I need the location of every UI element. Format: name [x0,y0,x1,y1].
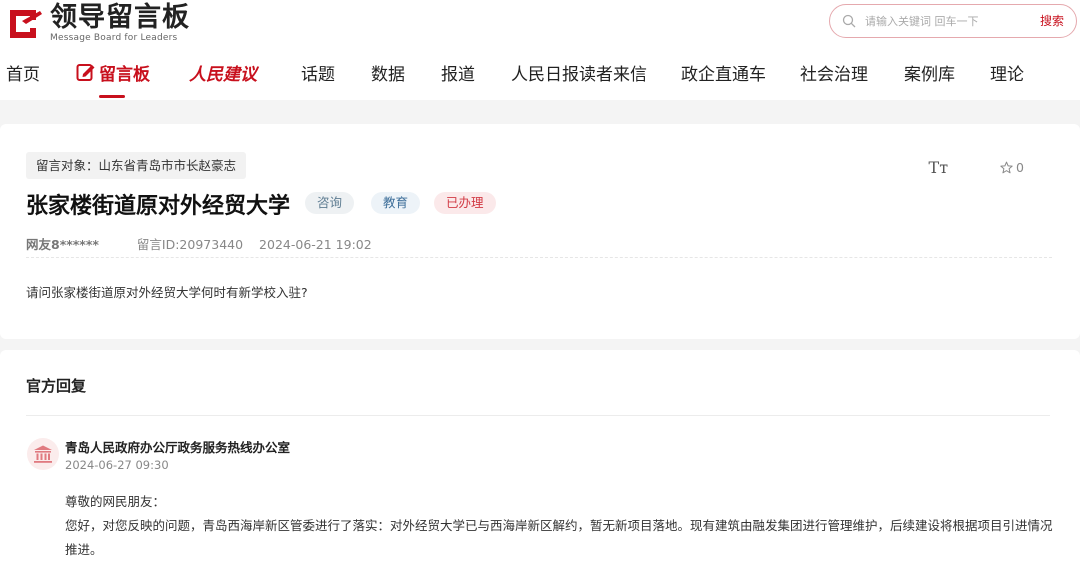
font-size-icon[interactable]: Tт [929,158,949,177]
tag-education[interactable]: 教育 [371,192,421,214]
reply-card: 官方回复 青岛人民政府办公厅政务服务热线办公室 2024-06-27 09:30… [0,350,1080,563]
reply-org-name: 青岛人民政府办公厅政务服务热线办公室 [65,440,291,455]
message-tools: Tт 0 [929,158,1024,177]
nav-home[interactable]: 首页 [6,62,40,88]
message-target: 留言对象：山东省青岛市市长赵豪志 [26,152,247,179]
divider [26,415,1050,416]
nav-message-board[interactable]: 留言板 [76,62,150,88]
nav-topics[interactable]: 话题 [301,62,335,88]
favorite-button[interactable]: 0 [1000,160,1024,175]
reply-heading: 官方回复 [26,377,87,395]
reply-datetime: 2024-06-27 09:30 [65,458,169,472]
logo-subtitle: Message Board for Leaders [50,33,178,43]
status-badge: 已办理 [434,192,496,214]
message-id: 留言ID:20973440 [136,237,244,252]
nav-message-board-label: 留言板 [99,65,150,85]
search-box[interactable]: 搜索 [829,4,1077,38]
government-building-icon [34,445,52,463]
renmin-logo: 人民建议 [189,65,257,85]
message-content: 请问张家楼街道原对外经贸大学何时有新学校入驻? [26,285,308,300]
main-nav: 首页 留言板 人民建议 话题 数据 报道 人民日报读者来信 政企直通车 社会治理… [0,62,1080,92]
nav-people-suggestion[interactable]: 人民建议 [189,62,257,88]
logo-title: 领导留言板 [50,2,190,33]
star-icon [1000,161,1013,174]
logo-mark-icon [6,7,44,41]
edit-icon [76,64,95,81]
search-button[interactable]: 搜索 [1040,12,1064,29]
top-header: 领导留言板 Message Board for Leaders 搜索 首页 留言… [0,0,1080,100]
message-title: 张家楼街道原对外经贸大学 [26,194,291,219]
nav-case-library[interactable]: 案例库 [904,62,955,88]
nav-readers-letters[interactable]: 人民日报读者来信 [511,62,647,88]
search-icon [842,14,856,28]
tag-consult[interactable]: 咨询 [305,192,355,214]
nav-gov-enterprise[interactable]: 政企直通车 [681,62,766,88]
favorite-count: 0 [1016,160,1024,175]
reply-greeting: 尊敬的网民朋友： [65,494,166,509]
message-card: 留言对象：山东省青岛市市长赵豪志 Tт 0 张家楼街道原对外经贸大学 咨询 教育… [0,124,1080,339]
nav-theory[interactable]: 理论 [990,62,1024,88]
nav-active-indicator [99,95,125,98]
divider [26,257,1052,258]
author-name: 网友8****** [26,237,99,252]
nav-reports[interactable]: 报道 [441,62,475,88]
reply-body: 您好，对您反映的问题，青岛西海岸新区管委进行了落实：对外经贸大学已与西海岸新区解… [65,518,1053,557]
site-logo[interactable]: 领导留言板 Message Board for Leaders [6,4,190,43]
nav-data[interactable]: 数据 [371,62,405,88]
message-meta: 网友8****** 留言ID:20973440 2024-06-21 19:02 [26,234,372,253]
avatar [27,438,59,470]
message-datetime: 2024-06-21 19:02 [259,237,372,252]
search-input[interactable] [865,12,1025,30]
nav-social-governance[interactable]: 社会治理 [800,62,868,88]
